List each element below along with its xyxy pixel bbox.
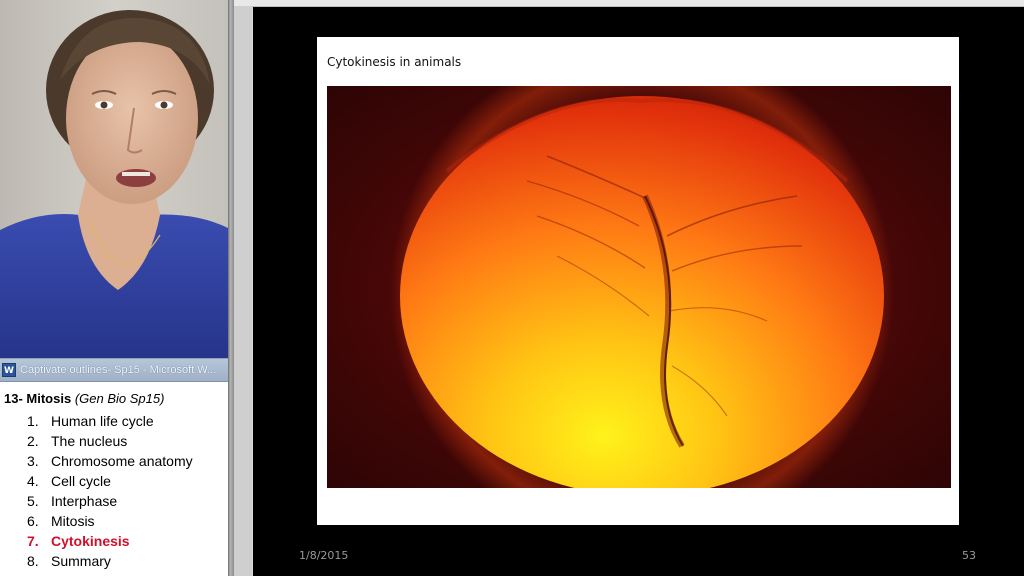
outline-item-number: 4. — [27, 473, 39, 489]
outline-item-label: Human life cycle — [51, 413, 154, 429]
outline-item-label: Mitosis — [51, 513, 95, 529]
outline-heading: 13- Mitosis (Gen Bio Sp15) — [4, 391, 164, 406]
window-left-edge — [234, 6, 252, 576]
outline-item-number: 7. — [27, 533, 39, 549]
slide-number: 53 — [962, 549, 976, 562]
slide-show-area: Cytokinesis in animals 1/8/2015 53 — [253, 7, 1024, 576]
document-outline: 13- Mitosis (Gen Bio Sp15) 1. Human life… — [0, 384, 228, 576]
presenter-webcam — [0, 0, 228, 358]
outline-item-number: 6. — [27, 513, 39, 529]
outline-item-label: Cell cycle — [51, 473, 111, 489]
outline-heading-subtitle: (Gen Bio Sp15) — [74, 391, 165, 406]
outline-item-number: 5. — [27, 493, 39, 509]
outline-item-label: Chromosome anatomy — [51, 453, 193, 469]
word-doc-icon: W — [2, 363, 16, 377]
outline-item-label: Interphase — [51, 493, 118, 509]
slide-date: 1/8/2015 — [299, 549, 349, 562]
screen: W Captivate outlines- Sp15 - Microsoft W… — [0, 0, 1024, 576]
window-top-edge — [234, 0, 1024, 7]
outline-item-number: 1. — [27, 413, 39, 429]
word-window-titlebar[interactable]: W Captivate outlines- Sp15 - Microsoft W… — [0, 358, 228, 382]
outline-item-label: The nucleus — [51, 433, 128, 449]
outline-item-number: 2. — [27, 433, 39, 449]
slide-title: Cytokinesis in animals — [327, 55, 462, 69]
outline-item-number: 8. — [27, 553, 39, 569]
outline-item-label: Cytokinesis — [51, 533, 130, 549]
word-window-title: Captivate outlines- Sp15 - Microsoft W..… — [20, 364, 217, 376]
presenter-video-frame — [0, 0, 228, 358]
outline-item-label: Summary — [51, 553, 111, 569]
cytokinesis-micrograph — [327, 86, 951, 488]
outline-item-number: 3. — [27, 453, 39, 469]
cleavage-furrow-image — [327, 86, 951, 488]
outline-heading-title: 13- Mitosis — [4, 391, 72, 406]
left-panel: W Captivate outlines- Sp15 - Microsoft W… — [0, 0, 228, 576]
slide: Cytokinesis in animals — [317, 37, 959, 525]
